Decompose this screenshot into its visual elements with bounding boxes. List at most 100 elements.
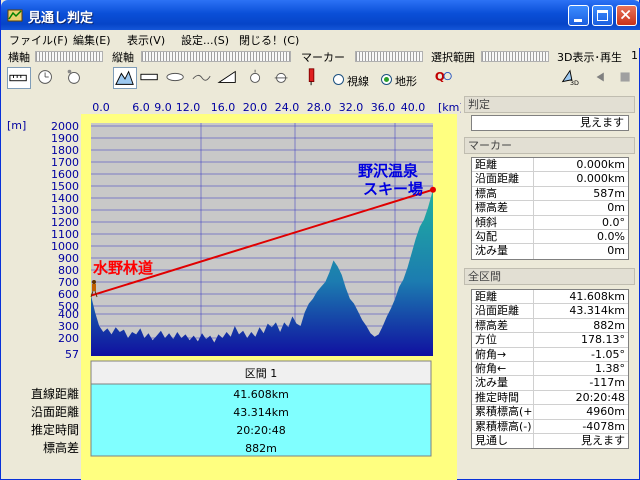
marker-slider[interactable] (355, 51, 423, 62)
title-bar[interactable]: 見通し判定 (1, 0, 640, 30)
marker-pin-icon[interactable] (301, 67, 325, 89)
all-section-key: 推定時間 (472, 390, 534, 405)
horizontal-axis-slider[interactable] (35, 51, 103, 62)
profile-chart-area: 0.0 6.0 9.0 12.0 16.0 20.0 24.0 28.0 32.0 36.0 40.… (1, 96, 461, 480)
all-section-key: 見通し (472, 433, 534, 449)
menu-view[interactable]: 表示(V) (127, 32, 165, 48)
marker-panel-row: 距離 0.000km (472, 158, 628, 173)
terrain-icon[interactable] (113, 67, 137, 89)
marker-panel-key: 勾配 (472, 229, 534, 244)
view3d-button[interactable]: 3D (559, 67, 583, 89)
cloud-outline-icon[interactable] (165, 67, 189, 89)
all-section-row: 累積標高(+) 4960m (472, 405, 628, 420)
marker-panel-row: 傾斜 0.0° (472, 215, 628, 230)
x-tick-label: 28.0 (307, 101, 332, 114)
all-section-key: 俯角← (472, 361, 534, 376)
marker-panel-key: 沈み量 (472, 244, 534, 259)
all-section-row: 方位 178.13° (472, 333, 628, 348)
summary-key: 直線距離 (31, 386, 79, 401)
clock-icon[interactable] (35, 67, 59, 89)
all-section-row: 推定時間 20:20:48 (472, 390, 628, 406)
horizontal-axis-label: 横軸 (8, 51, 30, 64)
y-tick-label: 57 (65, 348, 79, 361)
marker-panel-value: 0.0° (602, 215, 625, 229)
menu-file[interactable]: ファイル(F) (9, 32, 68, 48)
all-section-value: -117m (589, 376, 625, 390)
marker-panel-key: 沿面距離 (472, 172, 534, 186)
all-section-table: 距離 41.608km 沿面距離 43.314km 標高差 882m 方位 178.13° 俯角… (471, 289, 629, 450)
slope-icon[interactable] (217, 67, 241, 89)
all-section-value: 見えます (581, 433, 625, 447)
end-point-icon (430, 186, 436, 193)
view3d-icon-text: 3D (570, 80, 579, 87)
all-section-key: 沿面距離 (472, 304, 534, 318)
all-section-value: 20:20:48 (575, 390, 625, 404)
x-tick-label: 20.0 (243, 101, 268, 114)
marker-panel-value: 0.000km (576, 158, 625, 171)
all-section-key: 俯角→ (472, 347, 534, 361)
x-tick-label: 24.0 (275, 101, 300, 114)
sun-icon[interactable] (245, 67, 269, 89)
marker-panel-value: 587m (593, 186, 625, 200)
play-back-icon[interactable] (591, 67, 615, 89)
sun-rise-icon[interactable] (271, 67, 295, 89)
marker-panel-row: 沈み量 0m (472, 244, 628, 259)
judgement-value: 見えます (471, 115, 629, 131)
menu-close[interactable]: 閉じる！(C) (239, 32, 299, 48)
summary-value: 41.608km (233, 388, 289, 401)
marker-panel-key: 距離 (472, 158, 534, 172)
all-section-row: 見通し 見えます (472, 433, 628, 449)
marker-panel-row: 標高 587m (472, 186, 628, 202)
view3d-toolbar: 3D表示･再生 1 3D (555, 49, 640, 94)
marker-panel-value: 0m (607, 244, 625, 258)
radio-terrain[interactable] (381, 74, 392, 85)
marker-toolbar-label: マーカー (301, 51, 345, 64)
play-forward-icon[interactable] (615, 67, 639, 89)
svg-text:Q: Q (435, 70, 445, 84)
marker-panel-row: 勾配 0.0% (472, 229, 628, 245)
radio-sight-line[interactable] (333, 74, 344, 85)
close-button[interactable] (616, 5, 637, 26)
all-section-row: 距離 41.608km (472, 290, 628, 305)
end-location-label-1: 野沢温泉 (358, 162, 419, 180)
selection-range-slider[interactable] (481, 51, 549, 62)
all-section-row: 俯角→ -1.05° (472, 347, 628, 362)
marker-panel-value: 0.000km (576, 172, 625, 186)
maximize-button[interactable] (592, 5, 613, 26)
walker-clock-icon[interactable] (63, 67, 87, 89)
view3d-extra: 1 (631, 49, 638, 62)
all-section-key: 沈み量 (472, 376, 534, 390)
end-location-label-2: スキー場 (363, 180, 423, 198)
horizontal-axis-toolbar: 横軸 (5, 49, 107, 94)
marker-toolbar: マーカー 視線 地形 (299, 49, 425, 94)
x-tick-label: 16.0 (211, 101, 236, 114)
marker-panel-header: マーカー (464, 137, 635, 154)
curve-icon[interactable] (191, 67, 215, 89)
all-section-row: 累積標高(-) -4078m (472, 419, 628, 434)
all-section-header: 全区間 (464, 268, 635, 285)
radio-terrain-label: 地形 (395, 75, 417, 88)
summary-value: 43.314km (233, 406, 289, 419)
all-section-key: 距離 (472, 290, 534, 304)
all-section-value: 882m (593, 318, 625, 332)
menu-edit[interactable]: 編集(E) (73, 32, 111, 48)
marker-panel-key: 標高差 (472, 201, 534, 215)
marker-panel-value: 0.0% (597, 229, 625, 243)
all-section-row: 標高差 882m (472, 318, 628, 334)
x-unit-label: [km] (438, 101, 461, 114)
profile-chart[interactable]: 0.0 6.0 9.0 12.0 16.0 20.0 24.0 28.0 32.0 36.0 40.… (1, 96, 461, 480)
ruler-icon[interactable] (7, 67, 31, 89)
all-section-row: 沿面距離 43.314km (472, 304, 628, 319)
flat-ruler-icon[interactable] (139, 67, 163, 89)
window-title: 見通し判定 (28, 11, 94, 26)
judgement-header: 判定 (464, 96, 635, 113)
plot-background (91, 123, 433, 356)
all-section-value: 41.608km (569, 290, 625, 303)
vertical-axis-slider[interactable] (141, 51, 291, 62)
minimize-button[interactable] (568, 5, 589, 26)
x-tick-label: 32.0 (339, 101, 364, 114)
marker-panel-key: 標高 (472, 186, 534, 201)
menu-settings[interactable]: 設定...(S) (181, 32, 229, 48)
q-search-icon[interactable]: Q (433, 67, 457, 89)
vertical-axis-toolbar: 縦軸 (109, 49, 299, 94)
